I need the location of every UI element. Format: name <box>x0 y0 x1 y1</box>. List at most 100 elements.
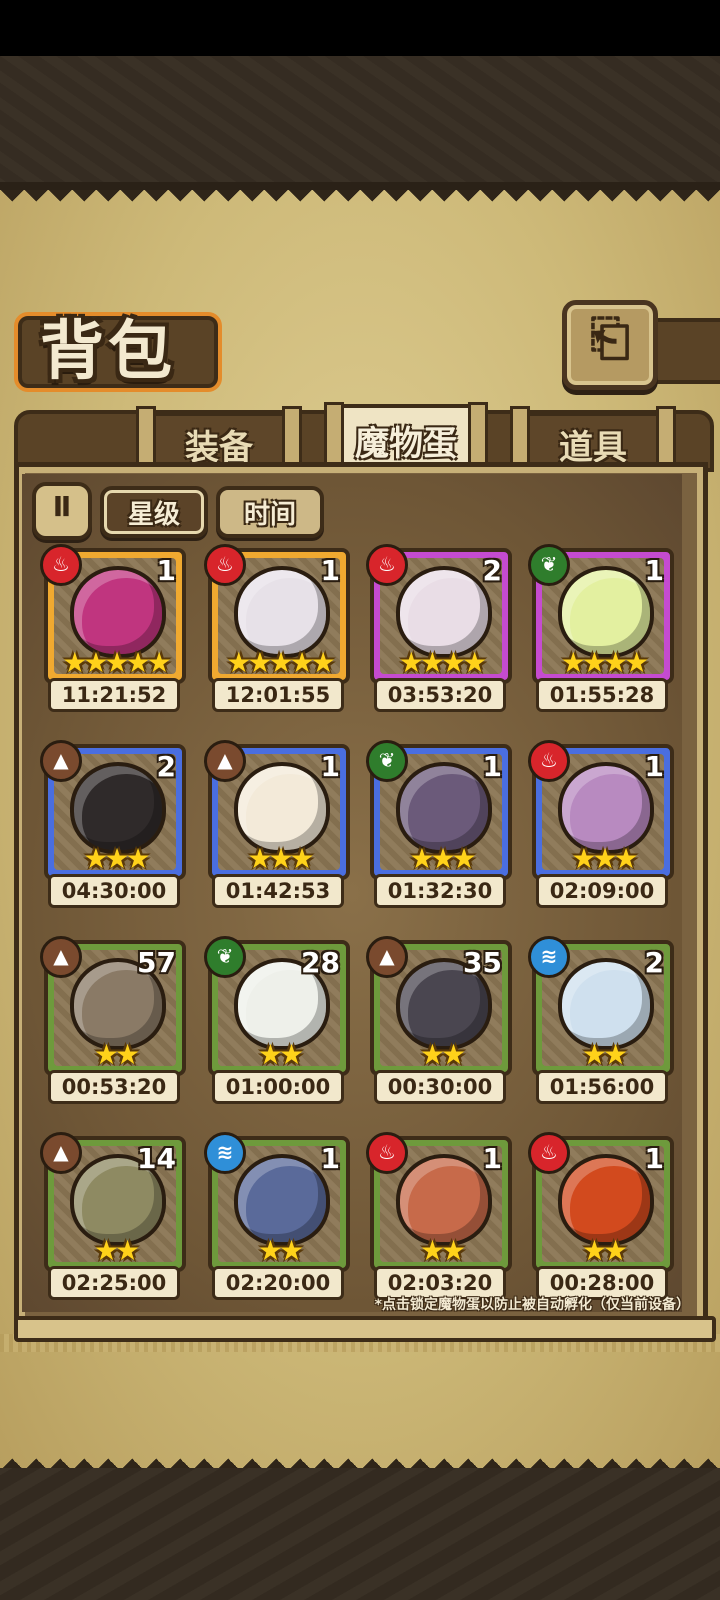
egg-slot[interactable]: 1 ♨ ★★ <box>366 1132 512 1272</box>
map-background-top <box>0 56 720 190</box>
monster-egg-image <box>396 1154 492 1246</box>
egg-slot[interactable]: 2 ≋ ★★ <box>528 936 674 1076</box>
egg-count: 1 <box>644 750 664 783</box>
water-element-icon: ≋ <box>528 936 570 978</box>
star-rating: ★★★ <box>247 842 314 875</box>
hatch-timer: 11:21:52 <box>48 678 180 712</box>
star-rating: ★★ <box>93 1234 140 1267</box>
egg-count: 35 <box>463 946 502 979</box>
hatch-timer: 12:01:55 <box>212 678 344 712</box>
egg-slot[interactable]: 35 ▲ ★★ <box>366 936 512 1076</box>
egg-count: 1 <box>320 1142 340 1175</box>
star-rating: ★★★★ <box>398 646 487 679</box>
egg-slot[interactable]: 57 ▲ ★★ <box>40 936 186 1076</box>
monster-egg-image <box>558 958 654 1050</box>
egg-count: 1 <box>644 1142 664 1175</box>
fire-element-icon: ♨ <box>528 1132 570 1174</box>
star-rating: ★★ <box>581 1234 628 1267</box>
egg-slot[interactable]: 1 ❦ ★★★ <box>366 740 512 880</box>
monster-egg-image <box>558 762 654 854</box>
star-rating: ★★ <box>419 1234 466 1267</box>
fire-element-icon: ♨ <box>366 1132 408 1174</box>
egg-count: 14 <box>137 1142 176 1175</box>
egg-count: 1 <box>320 750 340 783</box>
star-rating: ★★ <box>257 1038 304 1071</box>
water-element-icon: ≋ <box>204 1132 246 1174</box>
panel-bottom-bar <box>14 1316 716 1342</box>
hatch-timer: 02:25:00 <box>48 1266 180 1300</box>
hatch-timer: 01:42:53 <box>212 874 344 908</box>
back-icon: ⎗ <box>590 309 630 367</box>
egg-count: 1 <box>156 554 176 587</box>
star-rating: ★★★ <box>571 842 638 875</box>
star-rating: ★★ <box>581 1038 628 1071</box>
monster-egg-image <box>558 1154 654 1246</box>
hatch-timer: 02:20:00 <box>212 1266 344 1300</box>
leaf-element-icon: ❦ <box>528 544 570 586</box>
monster-egg-image <box>234 1154 330 1246</box>
torn-edge-top <box>0 190 720 212</box>
hatch-timer: 01:32:30 <box>374 874 506 908</box>
fire-element-icon: ♨ <box>40 544 82 586</box>
monster-egg-image <box>396 566 492 658</box>
sort-by-stars-button[interactable]: 星级 <box>100 486 208 538</box>
hatch-timer: 02:09:00 <box>536 874 668 908</box>
tab-label: 魔物蛋 <box>355 424 457 464</box>
status-bar <box>0 0 720 56</box>
monster-egg-image <box>396 762 492 854</box>
egg-count: 2 <box>156 750 176 783</box>
hatch-timer: 01:55:28 <box>536 678 668 712</box>
sort-label: 星级 <box>127 500 180 530</box>
leaf-element-icon: ❦ <box>366 740 408 782</box>
hatch-timer: 04:30:00 <box>48 874 180 908</box>
egg-count: 2 <box>482 554 502 587</box>
egg-slot[interactable]: 1 ▲ ★★★ <box>204 740 350 880</box>
egg-slot[interactable]: 28 ❦ ★★ <box>204 936 350 1076</box>
egg-count: 1 <box>320 554 340 587</box>
egg-slot[interactable]: 1 ♨ ★★★★★ <box>40 544 186 684</box>
monster-egg-image <box>70 762 166 854</box>
egg-slot[interactable]: 2 ▲ ★★★ <box>40 740 186 880</box>
monster-egg-image <box>234 762 330 854</box>
hatch-timer: 01:56:00 <box>536 1070 668 1104</box>
egg-slot[interactable]: 1 ♨ ★★★ <box>528 740 674 880</box>
earth-element-icon: ▲ <box>40 936 82 978</box>
torn-edge-bottom <box>0 1448 720 1470</box>
hatch-timer: 03:53:20 <box>374 678 506 712</box>
earth-element-icon: ▲ <box>40 1132 82 1174</box>
map-background-bottom <box>0 1468 720 1600</box>
back-button[interactable]: ⎗ <box>562 300 658 390</box>
leaf-element-icon: ❦ <box>204 936 246 978</box>
sort-by-time-button[interactable]: 时间 <box>216 486 324 538</box>
sort-label: 时间 <box>243 500 296 530</box>
fire-element-icon: ♨ <box>204 544 246 586</box>
sort-order-icon: Ⅱ <box>52 490 72 523</box>
earth-element-icon: ▲ <box>366 936 408 978</box>
earth-element-icon: ▲ <box>204 740 246 782</box>
egg-slot[interactable]: 1 ❦ ★★★★ <box>528 544 674 684</box>
star-rating: ★★★★ <box>560 646 649 679</box>
lock-hint-text: *点击锁定魔物蛋以防止被自动孵化（仅当前设备） <box>374 1297 690 1313</box>
star-rating: ★★ <box>93 1038 140 1071</box>
egg-slot[interactable]: 1 ♨ ★★ <box>528 1132 674 1272</box>
star-rating: ★★ <box>257 1234 304 1267</box>
hatch-timer: 01:00:00 <box>212 1070 344 1104</box>
fire-element-icon: ♨ <box>366 544 408 586</box>
egg-count: 1 <box>482 1142 502 1175</box>
monster-egg-image <box>234 566 330 658</box>
egg-slot[interactable]: 1 ♨ ★★★★★ <box>204 544 350 684</box>
star-rating: ★★★ <box>83 842 150 875</box>
egg-slot[interactable]: 1 ≋ ★★ <box>204 1132 350 1272</box>
egg-count: 1 <box>482 750 502 783</box>
monster-egg-image <box>70 566 166 658</box>
egg-count: 1 <box>644 554 664 587</box>
hatch-timer: 00:53:20 <box>48 1070 180 1104</box>
egg-slot[interactable]: 2 ♨ ★★★★ <box>366 544 512 684</box>
star-rating: ★★ <box>419 1038 466 1071</box>
egg-count: 28 <box>301 946 340 979</box>
egg-slot[interactable]: 14 ▲ ★★ <box>40 1132 186 1272</box>
star-rating: ★★★★★ <box>226 646 336 679</box>
sort-order-button[interactable]: Ⅱ <box>32 482 92 540</box>
egg-count: 57 <box>137 946 176 979</box>
monster-egg-image <box>558 566 654 658</box>
